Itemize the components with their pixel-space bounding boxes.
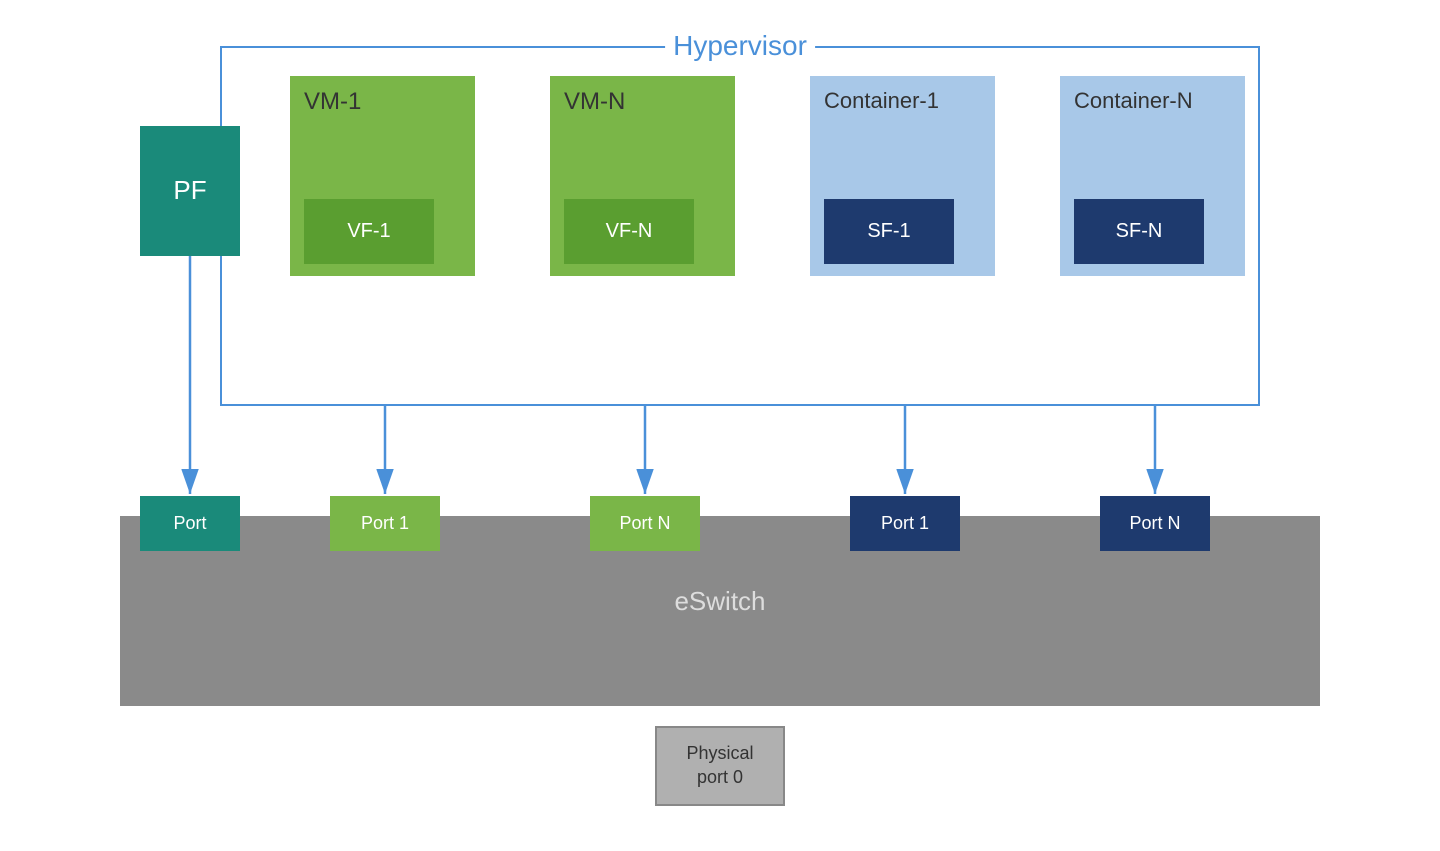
containern-box: Container-N SF-N (1060, 76, 1245, 276)
physical-port: Physicalport 0 (655, 726, 785, 806)
port-sf1: Port 1 (850, 496, 960, 551)
vmn-label: VM-N (564, 88, 625, 116)
port-vf1-label: Port 1 (361, 513, 409, 534)
vf1-box: VF-1 (304, 199, 434, 264)
port-sfn-label: Port N (1129, 513, 1180, 534)
diagram-container: Hypervisor PF VM-1 VF-1 VM-N VF-N Contai… (0, 0, 1440, 851)
sf1-label: SF-1 (867, 220, 910, 243)
vfn-box: VF-N (564, 199, 694, 264)
container1-box: Container-1 SF-1 (810, 76, 995, 276)
port-pf-label: Port (173, 513, 206, 534)
sfn-label: SF-N (1116, 220, 1163, 243)
eswitch-label: eSwitch (674, 586, 765, 617)
port-sf1-label: Port 1 (881, 513, 929, 534)
vf1-label: VF-1 (347, 220, 390, 243)
sf1-box: SF-1 (824, 199, 954, 264)
vfn-label: VF-N (606, 220, 653, 243)
hypervisor-label: Hypervisor (665, 30, 815, 62)
sfn-box: SF-N (1074, 199, 1204, 264)
port-vf1: Port 1 (330, 496, 440, 551)
pf-box: PF (140, 126, 240, 256)
diagram-inner: Hypervisor PF VM-1 VF-1 VM-N VF-N Contai… (120, 26, 1320, 826)
containern-label: Container-N (1074, 88, 1193, 114)
port-vfn-label: Port N (619, 513, 670, 534)
port-sfn: Port N (1100, 496, 1210, 551)
vmn-box: VM-N VF-N (550, 76, 735, 276)
port-vfn: Port N (590, 496, 700, 551)
vm1-label: VM-1 (304, 88, 361, 116)
container1-label: Container-1 (824, 88, 939, 114)
pf-label: PF (173, 175, 206, 206)
physical-port-label: Physicalport 0 (686, 742, 753, 789)
port-pf: Port (140, 496, 240, 551)
vm1-box: VM-1 VF-1 (290, 76, 475, 276)
